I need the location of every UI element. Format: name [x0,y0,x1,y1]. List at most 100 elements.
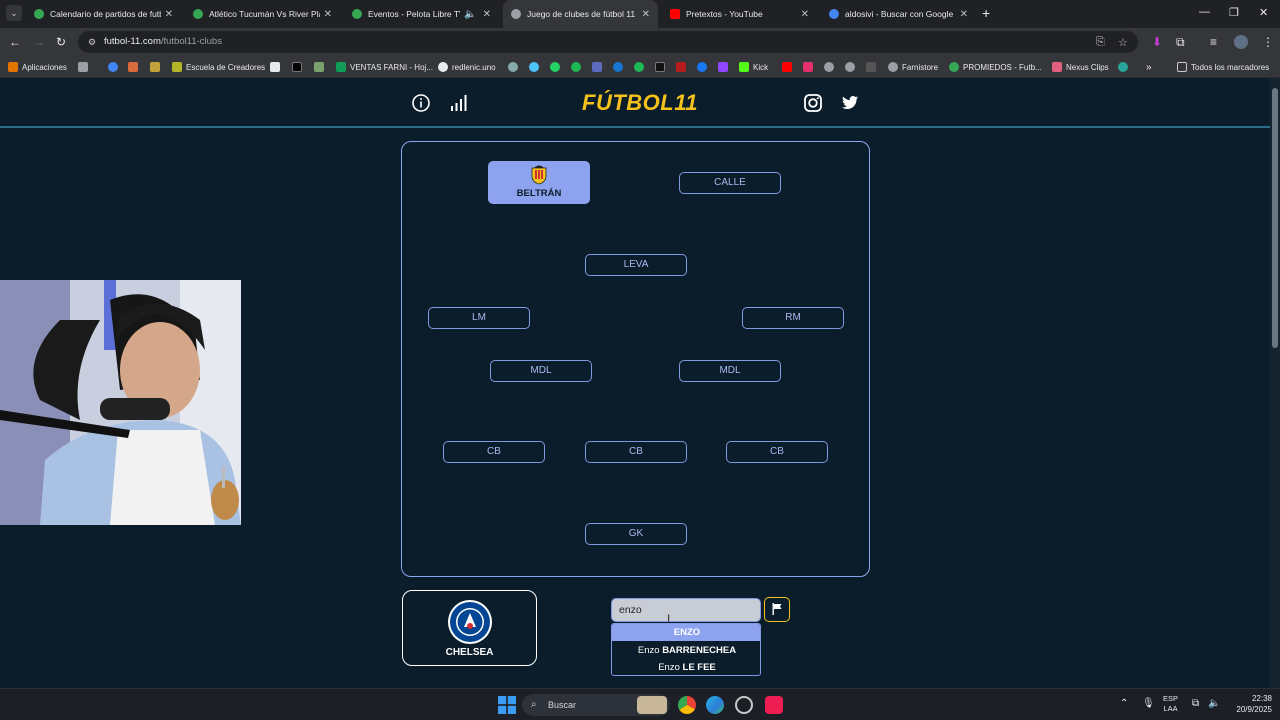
bookmark-redlenic[interactable]: redlenic.uno [438,60,496,74]
slot-leva[interactable]: LEVA [585,254,687,276]
extension-download-icon[interactable]: ⬇ [1152,35,1162,49]
bookmark-x[interactable] [292,60,306,74]
bookmark-farnistore[interactable]: Farnistore [888,60,938,74]
tab-eventos[interactable]: Eventos - Pelota Libre TV 🔈 ✕ [344,0,499,28]
chrome-icon[interactable] [678,696,696,714]
reload-button[interactable]: ↻ [56,35,66,49]
bookmark-whatsapp[interactable] [550,60,564,74]
bookmark-misc2[interactable] [150,60,164,74]
bookmark-b10[interactable] [1118,60,1132,74]
bookmark-star-icon[interactable]: ☆ [1118,36,1128,49]
bookmark-apps[interactable]: Aplicaciones [8,60,67,74]
reading-list-icon[interactable]: ≡ [1210,35,1217,49]
player-search-input[interactable] [612,599,760,621]
slot-gk[interactable]: GK [585,523,687,545]
bookmarks-overflow-chevron-icon[interactable]: » [1146,60,1152,74]
bookmark-b2[interactable] [529,60,543,74]
bookmark-misc[interactable] [128,60,142,74]
volume-icon[interactable]: 🔈 [1208,698,1220,709]
bookmark-twitch[interactable] [718,60,732,74]
bookmark-spotify[interactable] [634,60,648,74]
tab-futbol11[interactable]: Juego de clubes de fútbol 11 ✕ [503,0,658,28]
suggestion-item[interactable]: ENZO [612,624,760,641]
translate-icon[interactable]: ⎘ [1096,36,1105,49]
scrollbar-thumb[interactable] [1272,88,1278,348]
bookmark-escuela[interactable]: Escuela de Creadores [172,60,265,74]
minimize-button[interactable]: — [1199,6,1210,18]
bookmark-grid[interactable] [78,60,92,74]
site-info-icon[interactable]: ⚙ [88,37,98,47]
suggestion-item[interactable]: Enzo LE FEE [612,659,760,675]
bookmark-b9[interactable] [866,60,880,74]
close-icon[interactable]: ✕ [483,9,491,20]
bookmark-b8[interactable] [845,60,859,74]
page-scrollbar[interactable] [1270,78,1280,688]
bookmark-ventas[interactable]: VENTAS FARNI - Hoj... [336,60,433,74]
bookmark-sheet[interactable] [314,60,328,74]
bookmark-yt[interactable] [782,60,796,74]
profile-avatar[interactable] [1234,35,1248,49]
slot-mdl-left[interactable]: MDL [490,360,592,382]
bookmark-all[interactable]: Todos los marcadores [1177,60,1269,74]
player-search-field[interactable] [611,598,761,622]
bookmark-google[interactable] [108,60,122,74]
mute-icon[interactable]: 🔈 [464,9,476,20]
omnibox[interactable]: ⚙ futbol-11.com/futbol11-clubs ⎘ ☆ [78,31,1138,53]
bookmark-b3[interactable] [571,60,585,74]
bookmark-b5[interactable] [613,60,627,74]
tab-google[interactable]: aldosivi - Buscar con Google ✕ [821,0,976,28]
bookmark-b1[interactable] [508,60,522,74]
back-button[interactable]: ← [9,35,21,49]
bookmark-tiktok[interactable] [655,60,669,74]
edge-icon[interactable] [706,696,724,714]
suggestion-item[interactable]: Enzo BARRENECHEA [612,642,760,659]
twitter-icon[interactable] [840,93,860,113]
close-window-button[interactable]: ✕ [1259,6,1268,19]
close-icon[interactable]: ✕ [165,9,173,20]
tab-youtube[interactable]: Pretextos - YouTube ✕ [662,0,817,28]
slot-lm[interactable]: LM [428,307,530,329]
slot-mdl-right[interactable]: MDL [679,360,781,382]
tiktok-live-icon[interactable] [765,696,783,714]
tab-calendario[interactable]: Calendario de partidos de futbol ✕ [26,0,181,28]
info-icon[interactable] [411,93,431,113]
bookmark-kick[interactable]: Kick [739,60,768,74]
site-logo[interactable]: FÚTBOL11 [582,90,698,116]
instagram-icon[interactable] [803,93,823,113]
slot-rm[interactable]: RM [742,307,844,329]
extensions-icon[interactable]: ⧉ [1176,35,1185,49]
bookmark-b4[interactable] [592,60,606,74]
bookmark-sk[interactable] [270,60,284,74]
slot-cb-center[interactable]: CB [585,441,687,463]
bookmark-nexus[interactable]: Nexus Clips [1052,60,1109,74]
tab-search-button[interactable]: ⌄ [6,5,22,21]
close-icon[interactable]: ✕ [324,9,332,20]
windows-start-icon[interactable] [498,696,516,714]
microphone-icon[interactable]: 🎙 [1142,698,1155,709]
close-icon[interactable]: ✕ [960,9,968,20]
tray-chevron-up-icon[interactable]: ⌃ [1120,698,1128,709]
taskbar-clock[interactable]: 22:38 20/9/2025 [1222,693,1272,715]
language-indicator[interactable]: ESP LAA [1163,694,1178,714]
menu-icon[interactable]: ⋮ [1262,35,1274,49]
tab-atletico[interactable]: Atlético Tucumán Vs River Plate ✕ [185,0,340,28]
stats-icon[interactable] [449,93,469,113]
slot-calle[interactable]: CALLE [679,172,781,194]
slot-cb-right[interactable]: CB [726,441,828,463]
network-icon[interactable]: ⧉ [1192,698,1199,709]
bookmark-b7[interactable] [824,60,838,74]
give-up-flag-button[interactable] [764,597,790,622]
close-icon[interactable]: ✕ [642,9,650,20]
slot-player-filled[interactable]: BELTRÁN [488,161,590,204]
bookmark-facebook[interactable] [697,60,711,74]
new-tab-button[interactable]: + [982,5,990,21]
bookmark-icon [128,62,138,72]
bookmark-promiedos[interactable]: PROMIEDOS - Futb... [949,60,1042,74]
forward-button[interactable]: → [33,35,45,49]
bookmark-instagram[interactable] [803,60,817,74]
bookmark-b6[interactable] [676,60,690,74]
restore-button[interactable]: ❐ [1229,6,1239,19]
close-icon[interactable]: ✕ [801,9,809,20]
slot-cb-left[interactable]: CB [443,441,545,463]
obs-icon[interactable] [735,696,753,714]
